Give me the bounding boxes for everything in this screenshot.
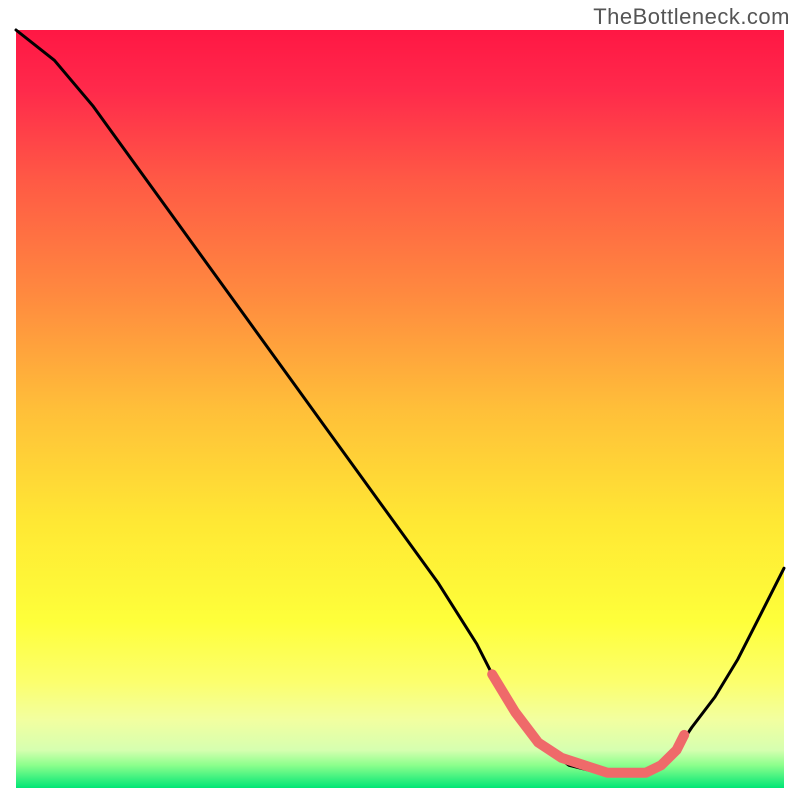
chart-container: TheBottleneck.com [0,0,800,800]
plot-background [16,30,784,788]
bottleneck-chart [0,0,800,800]
watermark-text: TheBottleneck.com [593,4,790,30]
